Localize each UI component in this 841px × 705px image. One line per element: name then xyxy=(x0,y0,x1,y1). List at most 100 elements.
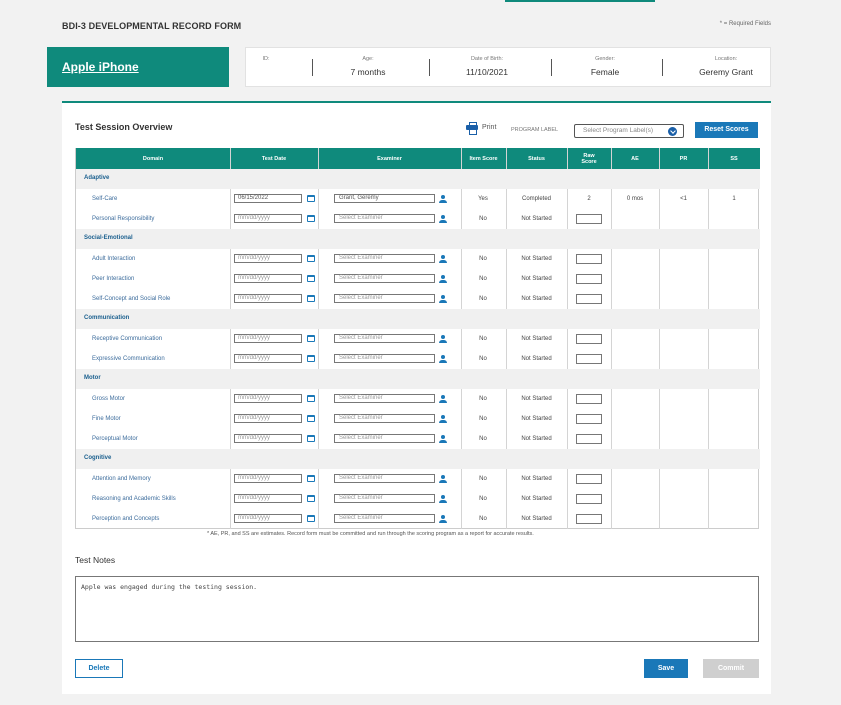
test-date-input[interactable]: mm/dd/yyyy xyxy=(234,334,302,343)
person-icon[interactable] xyxy=(438,515,447,524)
calendar-icon[interactable] xyxy=(307,335,315,342)
raw-score-input[interactable] xyxy=(576,414,602,424)
person-icon[interactable] xyxy=(438,275,447,284)
calendar-icon[interactable] xyxy=(307,495,315,502)
calendar-icon[interactable] xyxy=(307,215,315,222)
raw-score-input[interactable] xyxy=(576,354,602,364)
person-icon[interactable] xyxy=(438,475,447,484)
domain-name: Motor xyxy=(84,375,101,381)
table-row: Perception and Concepts mm/dd/yyyy Select … xyxy=(76,509,760,529)
calendar-icon[interactable] xyxy=(307,355,315,362)
calendar-icon[interactable] xyxy=(307,475,315,482)
calendar-icon[interactable] xyxy=(307,415,315,422)
table-row: Gross Motor mm/dd/yyyy Select Examiner No No… xyxy=(76,389,760,409)
examiner-select[interactable]: Select Examiner xyxy=(334,294,435,303)
subdomain-name: Perception and Concepts xyxy=(92,516,160,522)
examiner-select[interactable]: Select Examiner xyxy=(334,474,435,483)
person-icon[interactable] xyxy=(438,415,447,424)
person-icon[interactable] xyxy=(438,395,447,404)
examiner-select[interactable]: Select Examiner xyxy=(334,394,435,403)
person-icon[interactable] xyxy=(438,195,447,204)
calendar-icon[interactable] xyxy=(307,295,315,302)
test-date-input[interactable]: mm/dd/yyyy xyxy=(234,474,302,483)
print-button[interactable]: Print xyxy=(466,122,497,135)
save-button[interactable]: Save xyxy=(644,659,688,678)
item-score-value: No xyxy=(479,496,487,502)
status-value: Not Started xyxy=(521,336,552,342)
person-icon[interactable] xyxy=(438,355,447,364)
raw-score-input[interactable] xyxy=(576,214,602,224)
status-value: Not Started xyxy=(521,416,552,422)
print-label: Print xyxy=(482,124,497,131)
calendar-icon[interactable] xyxy=(307,255,315,262)
raw-score-input[interactable] xyxy=(576,474,602,484)
raw-score-input[interactable] xyxy=(576,514,602,524)
examiner-select[interactable]: Grant, Geremy xyxy=(334,194,435,203)
test-date-input[interactable]: 06/15/2022 xyxy=(234,194,302,203)
test-date-input[interactable]: mm/dd/yyyy xyxy=(234,354,302,363)
location-label: Location: xyxy=(714,56,738,62)
test-date-input[interactable]: mm/dd/yyyy xyxy=(234,434,302,443)
test-date-input[interactable]: mm/dd/yyyy xyxy=(234,214,302,223)
subdomain-name: Gross Motor xyxy=(92,396,126,402)
item-score-value: No xyxy=(479,356,487,362)
examiner-select[interactable]: Select Examiner xyxy=(334,214,435,223)
test-date-input[interactable]: mm/dd/yyyy xyxy=(234,494,302,503)
raw-score-input[interactable] xyxy=(576,434,602,444)
estimates-note: * AE, PR, and SS are estimates. Record f… xyxy=(207,531,534,537)
raw-score-input[interactable] xyxy=(576,254,602,264)
person-icon[interactable] xyxy=(438,435,447,444)
calendar-icon[interactable] xyxy=(307,195,315,202)
test-date-input[interactable]: mm/dd/yyyy xyxy=(234,394,302,403)
student-name-link[interactable]: Apple iPhone xyxy=(62,60,139,74)
person-icon[interactable] xyxy=(438,335,447,344)
program-label-select[interactable]: Select Program Label(s) xyxy=(574,124,684,138)
raw-score-input[interactable] xyxy=(576,494,602,504)
program-label-placeholder: Select Program Label(s) xyxy=(583,127,654,134)
ae-value: 0 mos xyxy=(626,196,644,202)
raw-score-input[interactable] xyxy=(576,294,602,304)
person-icon[interactable] xyxy=(438,495,447,504)
status-value: Not Started xyxy=(521,356,552,362)
examiner-select[interactable]: Select Examiner xyxy=(334,354,435,363)
printer-icon xyxy=(466,122,478,135)
header-domain: Domain xyxy=(142,155,164,162)
table-row: Self-Concept and Social Role mm/dd/yyyy Se… xyxy=(76,289,760,309)
info-id: ID: xyxy=(254,56,278,67)
table-row: Reasoning and Academic Skills mm/dd/yyyy S… xyxy=(76,489,760,509)
calendar-icon[interactable] xyxy=(307,515,315,522)
table-row: Self-Care 06/15/2022 Grant, Geremy Yes Compl… xyxy=(76,189,760,209)
pr-value: <1 xyxy=(680,196,687,202)
examiner-select[interactable]: Select Examiner xyxy=(334,334,435,343)
raw-score-input[interactable] xyxy=(576,274,602,284)
examiner-select[interactable]: Select Examiner xyxy=(334,274,435,283)
test-date-input[interactable]: mm/dd/yyyy xyxy=(234,274,302,283)
calendar-icon[interactable] xyxy=(307,395,315,402)
subdomain-name: Personal Responsibility xyxy=(92,216,155,222)
examiner-select[interactable]: Select Examiner xyxy=(334,254,435,263)
test-notes-textarea[interactable]: Apple was engaged during the testing ses… xyxy=(75,576,759,642)
calendar-icon[interactable] xyxy=(307,435,315,442)
test-date-input[interactable]: mm/dd/yyyy xyxy=(234,514,302,523)
examiner-select[interactable]: Select Examiner xyxy=(334,514,435,523)
raw-score-value: 2 xyxy=(587,196,591,202)
test-date-input[interactable]: mm/dd/yyyy xyxy=(234,254,302,263)
examiner-select[interactable]: Select Examiner xyxy=(334,414,435,423)
reset-scores-button[interactable]: Reset Scores xyxy=(695,122,758,138)
test-date-input[interactable]: mm/dd/yyyy xyxy=(234,414,302,423)
raw-score-input[interactable] xyxy=(576,334,602,344)
calendar-icon[interactable] xyxy=(307,275,315,282)
examiner-select[interactable]: Select Examiner xyxy=(334,434,435,443)
delete-button[interactable]: Delete xyxy=(75,659,123,678)
gender-value: Female xyxy=(590,67,620,77)
person-icon[interactable] xyxy=(438,295,447,304)
raw-score-input[interactable] xyxy=(576,394,602,404)
examiner-select[interactable]: Select Examiner xyxy=(334,494,435,503)
test-date-input[interactable]: mm/dd/yyyy xyxy=(234,294,302,303)
header-examiner: Examiner xyxy=(377,155,402,162)
person-icon[interactable] xyxy=(438,255,447,264)
test-session-table: Domain Test Date Examiner Item Score Sta… xyxy=(75,148,760,529)
domain-row: Social-Emotional xyxy=(76,229,760,249)
status-value: Not Started xyxy=(521,396,552,402)
person-icon[interactable] xyxy=(438,215,447,224)
